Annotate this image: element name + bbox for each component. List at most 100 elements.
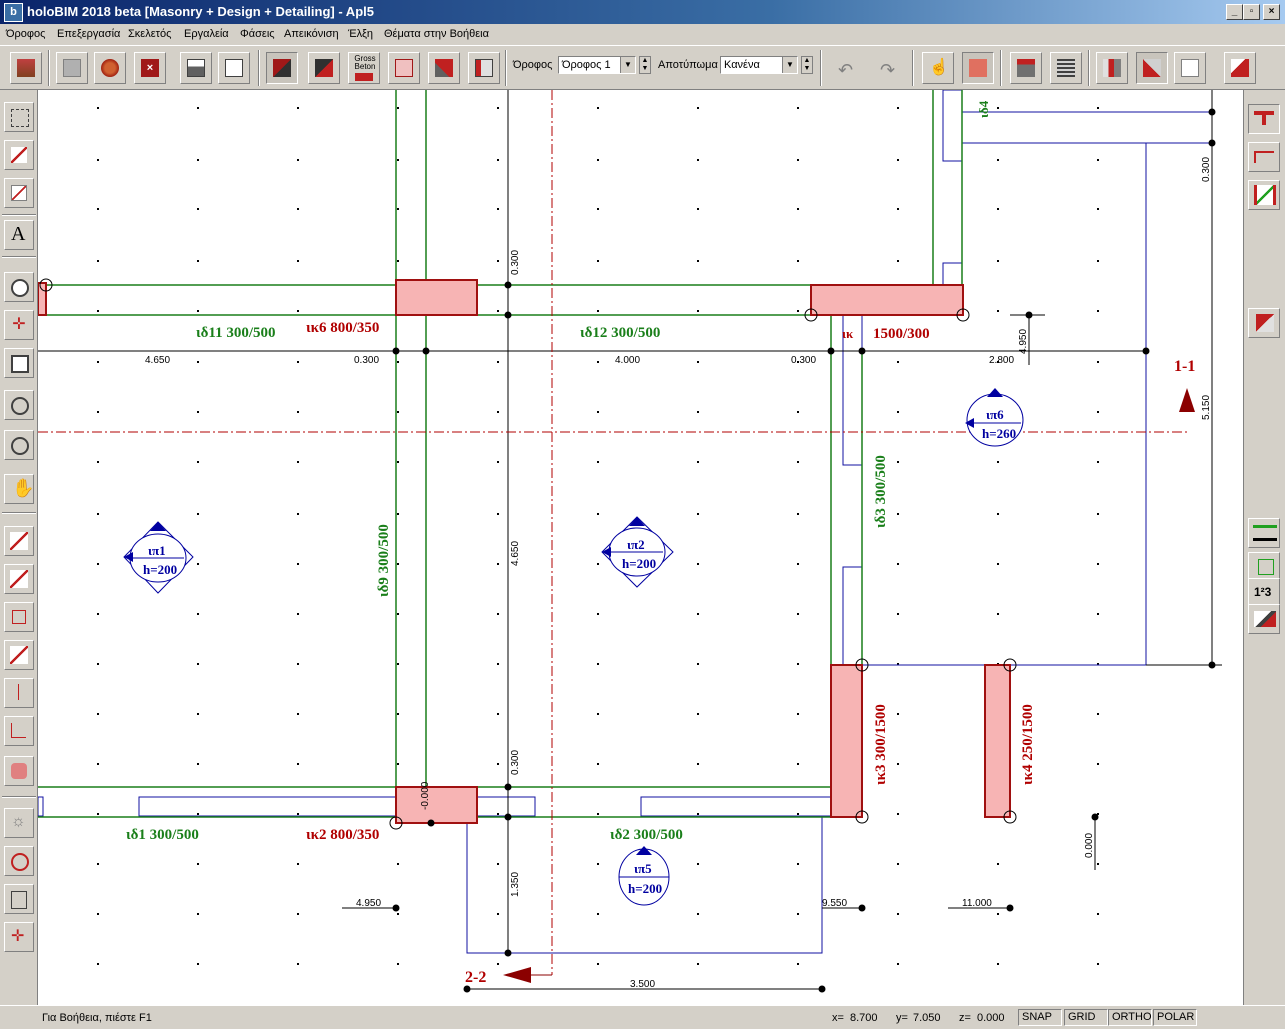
ortho-toggle[interactable]: ORTHO [1108, 1009, 1152, 1026]
grid-dot [697, 411, 699, 413]
stairs-tool-icon [1254, 611, 1276, 627]
grid-dot [597, 411, 599, 413]
pan-button[interactable]: ✋ [4, 474, 34, 504]
select-tool-button[interactable] [266, 52, 298, 84]
grid-dot [397, 361, 399, 363]
multistory-button[interactable] [1050, 52, 1082, 84]
menu-floor[interactable]: Όροφος [6, 28, 45, 40]
slab-3d-button[interactable] [1174, 52, 1206, 84]
grid-dot [797, 310, 799, 312]
snap-perpendicular-button[interactable] [4, 678, 34, 708]
snap-nearest-button[interactable] [4, 716, 34, 746]
maximize-button[interactable]: ▫ [1243, 4, 1260, 20]
dwg-section-button[interactable] [4, 884, 34, 914]
grid-dot [697, 663, 699, 665]
grid-dot [1097, 963, 1099, 965]
printer-icon [187, 59, 205, 77]
menu-tools[interactable]: Εργαλεία [184, 28, 229, 40]
menu-view[interactable]: Απεικόνιση [284, 28, 339, 40]
grid-toggle[interactable]: GRID [1064, 1009, 1108, 1026]
grid-dot [697, 763, 699, 765]
section-arrow-left-icon [503, 967, 531, 983]
chevron-down-icon: ▼ [620, 57, 635, 73]
gross-beton-button[interactable]: Gross Beton [348, 52, 380, 84]
beam-tool-button[interactable] [308, 52, 340, 84]
stairs-button[interactable] [1224, 52, 1256, 84]
footprint-spinner[interactable]: ▲ ▼ [801, 56, 813, 74]
polar-toggle[interactable]: POLAR [1153, 1009, 1197, 1026]
grid-dot [997, 513, 999, 515]
snap-intersection-button[interactable] [4, 640, 34, 670]
dim-v-0000: 0.000 [1084, 833, 1095, 858]
drawing-canvas[interactable]: ιδ11 300/500 ιδ12 300/500 ιδ1 300/500 ιδ… [38, 90, 1243, 1005]
menu-skeleton[interactable]: Σκελετός [128, 28, 171, 40]
grid-dot [597, 813, 599, 815]
grid-dot [597, 310, 599, 312]
stacked-layers-button[interactable] [1248, 518, 1280, 548]
beam-label-b1: ιδ1 300/500 [126, 827, 199, 843]
section-slope-button[interactable] [1248, 180, 1280, 210]
hand-icon: ✋ [12, 478, 35, 498]
snap-magnet-button[interactable] [4, 756, 34, 786]
close-button[interactable]: × [1263, 4, 1280, 20]
dwg-light-button[interactable]: ☼ [4, 808, 34, 838]
menu-help-topics[interactable]: Θέματα στην Βοήθεια [384, 28, 489, 40]
footprint-select[interactable]: Κανένα ▼ [720, 56, 798, 74]
3d-building-button[interactable] [1010, 52, 1042, 84]
dwg-magnet-button[interactable] [4, 846, 34, 876]
save-button[interactable] [56, 52, 88, 84]
snap-center-button[interactable] [4, 602, 34, 632]
zoom-window-button[interactable] [4, 272, 34, 302]
select-icon [273, 59, 291, 77]
chevron-down-icon: ▼ [782, 57, 797, 73]
column-3d-button[interactable] [1096, 52, 1128, 84]
section-t-button[interactable] [1248, 104, 1280, 134]
close-file-button[interactable]: × [134, 52, 166, 84]
pencil-tool-button[interactable] [962, 52, 994, 84]
snap-midpoint-button[interactable] [4, 564, 34, 594]
grid-dot [297, 963, 299, 965]
minimize-button[interactable]: _ [1226, 4, 1243, 20]
zoom-window-icon [11, 279, 29, 297]
wall-tool-button[interactable] [428, 52, 460, 84]
pan-hand-button[interactable]: ☝ [922, 52, 954, 84]
menu-phases[interactable]: Φάσεις [240, 28, 275, 40]
zoom-previous-button[interactable] [4, 390, 34, 420]
zoom-in-out-button[interactable] [4, 430, 34, 460]
grid-dot [797, 963, 799, 965]
column-detail-button[interactable] [1248, 308, 1280, 338]
floor-select[interactable]: Όροφος 1 ▼ [558, 56, 636, 74]
grid-dot [497, 260, 499, 262]
dwg-move-button[interactable]: ✛ [4, 922, 34, 952]
building-view-button[interactable] [468, 52, 500, 84]
snap-endpoint-button[interactable] [4, 526, 34, 556]
stairs-tool-button[interactable] [1248, 604, 1280, 634]
snap-toggle[interactable]: SNAP [1018, 1009, 1062, 1026]
menu-drag[interactable]: Έλξη [348, 28, 373, 40]
grid-dot [197, 713, 199, 715]
dimension-button[interactable] [4, 140, 34, 170]
grid-dot [797, 563, 799, 565]
floor-spinner[interactable]: ▲ ▼ [639, 56, 651, 74]
grid-dot [1097, 361, 1099, 363]
print-preview-button[interactable] [218, 52, 250, 84]
gross-beton-label: Gross Beton [354, 54, 376, 71]
settings-button[interactable] [94, 52, 126, 84]
move-element-button[interactable] [4, 102, 34, 132]
slab-tool-button[interactable] [388, 52, 420, 84]
zoom-center-button[interactable]: ✛ [4, 310, 34, 340]
print-button[interactable] [180, 52, 212, 84]
zoom-extents-button[interactable] [4, 348, 34, 378]
grid-dot [797, 107, 799, 109]
section-step-button[interactable] [1248, 142, 1280, 172]
redo-icon[interactable]: ↷ [880, 60, 895, 81]
text-tool-button[interactable]: A [4, 220, 34, 250]
undo-icon[interactable]: ↶ [838, 60, 853, 81]
edit-element-button[interactable] [4, 178, 34, 208]
hand-icon: ☝ [929, 59, 949, 76]
building-icon-button[interactable] [10, 52, 42, 84]
grid-dot [597, 713, 599, 715]
beam-3d-button[interactable] [1136, 52, 1168, 84]
menu-edit[interactable]: Επεξεργασία [57, 28, 120, 40]
grid-dot [597, 663, 599, 665]
